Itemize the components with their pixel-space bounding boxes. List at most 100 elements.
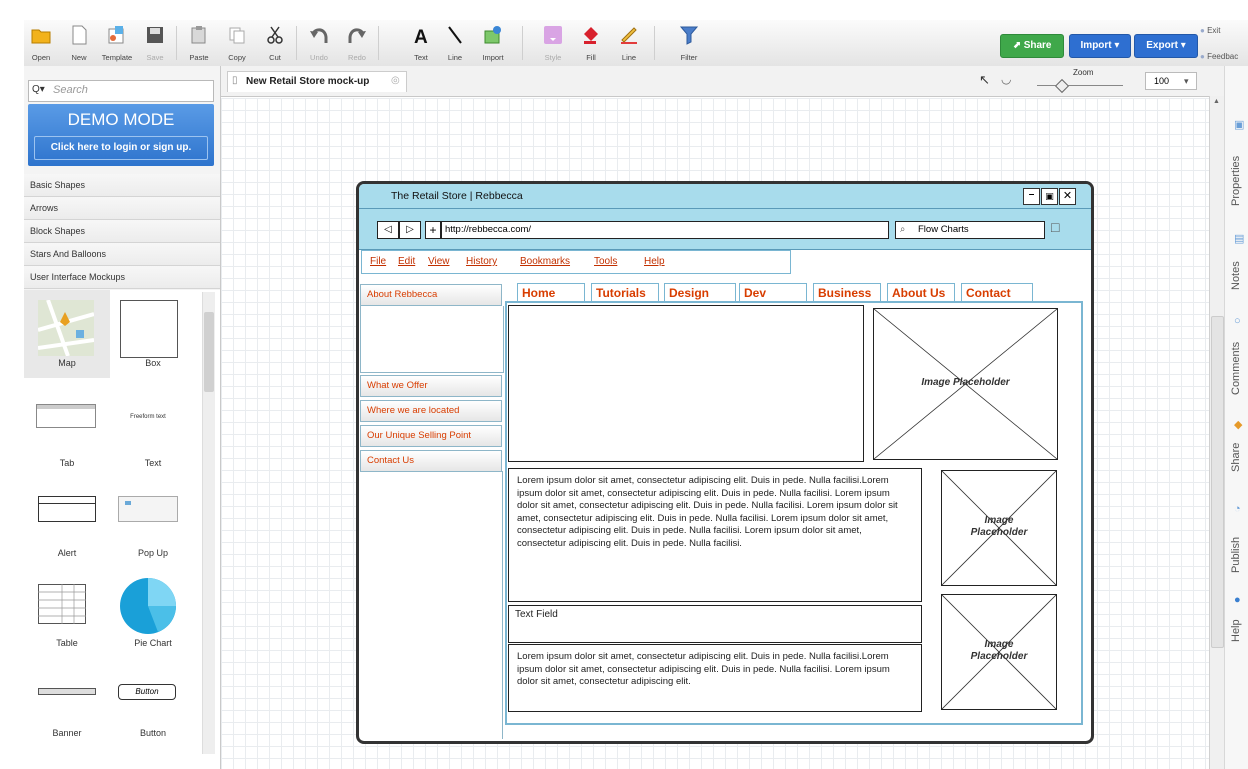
mockup-search-text: Flow Charts (918, 224, 969, 235)
nav-tab-business[interactable]: Business (813, 283, 881, 302)
side-nav-usp[interactable]: Our Unique Selling Point (360, 425, 502, 447)
mockup-search-field[interactable]: ⌕ Flow Charts (895, 221, 1045, 239)
category-block-shapes[interactable]: Block Shapes (24, 220, 220, 243)
shape-button[interactable]: Button Button (110, 660, 196, 748)
shape-banner[interactable]: Banner (24, 660, 110, 748)
new-button[interactable]: New (62, 20, 96, 66)
share-tab[interactable]: ◆ Share (1228, 418, 1248, 474)
line-color-button[interactable]: Line (612, 20, 646, 66)
fill-button[interactable]: Fill (574, 20, 608, 66)
copy-button[interactable]: Copy (220, 20, 254, 66)
category-basic-shapes[interactable]: Basic Shapes (24, 174, 220, 197)
share-button[interactable]: ⬈ Share (1000, 34, 1064, 58)
table-icon (38, 584, 86, 624)
shape-map[interactable]: Map (24, 290, 110, 378)
import-image-button[interactable]: Import (476, 20, 510, 66)
palette-scroll-thumb[interactable] (204, 312, 214, 392)
zoom-slider[interactable]: Zoom (1029, 68, 1129, 94)
properties-tab[interactable]: ▣ Properties (1228, 118, 1248, 208)
floppy-disk-icon (147, 27, 163, 43)
pointer-tool-icon[interactable]: ↖ (979, 72, 990, 88)
menu-edit[interactable]: Edit (398, 256, 415, 267)
mockup-text-field[interactable]: Text Field (508, 605, 922, 643)
page-menu-icon[interactable]: □ (1051, 219, 1059, 235)
nav-tab-design[interactable]: Design (664, 283, 736, 302)
shape-pie-chart[interactable]: Pie Chart (110, 570, 196, 658)
nav-tab-tutorials[interactable]: Tutorials (591, 283, 659, 302)
menu-bookmarks[interactable]: Bookmarks (520, 256, 570, 267)
shape-tab[interactable]: Tab (24, 390, 110, 478)
line-tool-button[interactable]: Line (438, 20, 472, 66)
comments-tab[interactable]: ○ Comments (1228, 315, 1248, 397)
copy-icon (229, 27, 245, 44)
canvas-scrollbar[interactable]: ▲ (1209, 96, 1224, 769)
menu-file[interactable]: File (370, 256, 386, 267)
close-icon[interactable]: ✕ (1059, 188, 1076, 205)
open-button[interactable]: Open (24, 20, 58, 66)
scroll-up-icon[interactable]: ▲ (1213, 98, 1220, 105)
document-icon: ▯ (232, 75, 238, 86)
chevron-down-icon: ▾ (1180, 40, 1186, 51)
restore-icon[interactable]: ▣ (1041, 188, 1058, 205)
document-tab[interactable]: ▯ New Retail Store mock-up ◎ (227, 71, 407, 92)
image-placeholder-large: Image Placeholder (873, 308, 1058, 460)
nav-tab-home[interactable]: Home (517, 283, 585, 302)
menu-help[interactable]: Help (644, 256, 665, 267)
template-button[interactable]: Template (100, 20, 134, 66)
shape-alert[interactable]: Alert (24, 480, 110, 568)
save-button[interactable]: Save (138, 20, 172, 66)
forward-arrow-icon[interactable]: ▷ (399, 221, 421, 239)
mockup-browser-window[interactable]: The Retail Store | Rebbecca – ▣ ✕ ◁ ▷ + … (356, 181, 1094, 744)
menu-history[interactable]: History (466, 256, 497, 267)
paste-button[interactable]: Paste (182, 20, 216, 66)
paragraph-text-2: Lorem ipsum dolor sit amet, consectetur … (517, 651, 890, 688)
mockup-url-field[interactable]: http://rebbecca.com/ (441, 221, 889, 239)
undo-button[interactable]: Undo (302, 20, 336, 66)
export-menu-button[interactable]: Export ▾ (1134, 34, 1198, 58)
zoom-thumb[interactable] (1054, 78, 1070, 94)
menu-tools[interactable]: Tools (594, 256, 617, 267)
shape-popup[interactable]: Pop Up (110, 480, 196, 568)
minimize-icon[interactable]: – (1023, 188, 1040, 205)
category-arrows[interactable]: Arrows (24, 197, 220, 220)
side-nav-contact[interactable]: Contact Us (360, 450, 502, 472)
filter-button[interactable]: Filter (672, 20, 706, 66)
feedback-link[interactable]: ● Feedbac (1200, 52, 1238, 61)
shape-label: Banner (52, 728, 82, 738)
import-menu-button[interactable]: Import ▾ (1069, 34, 1131, 58)
shape-search-input[interactable]: Q▾ Search (28, 80, 214, 102)
nav-tab-contact[interactable]: Contact (961, 283, 1033, 302)
notes-tab[interactable]: ▤ Notes (1228, 232, 1248, 292)
close-tab-icon[interactable]: ◎ (391, 75, 400, 86)
side-nav-about[interactable]: About Rebbecca (360, 284, 502, 306)
redo-button[interactable]: Redo (340, 20, 374, 66)
shape-text[interactable]: Freeform text Text (110, 390, 196, 478)
palette-scrollbar[interactable] (202, 292, 215, 754)
demo-mode-banner: DEMO MODE Click here to login or sign up… (28, 104, 214, 166)
nav-tab-about-us[interactable]: About Us (887, 283, 955, 302)
exit-link[interactable]: ● Exit (1200, 26, 1220, 35)
cut-button[interactable]: Cut (258, 20, 292, 66)
style-button[interactable]: Style (536, 20, 570, 66)
shape-table[interactable]: Table (24, 570, 110, 658)
properties-icon: ▣ (1234, 119, 1245, 131)
shape-box[interactable]: Box (110, 290, 196, 378)
help-tab[interactable]: ● Help (1228, 594, 1248, 644)
publish-tab[interactable]: ◔ Publish (1228, 503, 1248, 575)
zoom-percent-select[interactable]: 100 ▾ (1145, 72, 1197, 90)
side-nav-what-we-offer[interactable]: What we Offer (360, 375, 502, 397)
canvas-scroll-thumb[interactable] (1211, 316, 1224, 648)
nav-tab-dev[interactable]: Dev (739, 283, 807, 302)
back-arrow-icon[interactable]: ◁ (377, 221, 399, 239)
category-user-interface-mockups[interactable]: User Interface Mockups (24, 266, 220, 289)
search-icon: Q▾ (32, 84, 45, 95)
login-signup-button[interactable]: Click here to login or sign up. (34, 136, 208, 160)
side-nav-location[interactable]: Where we are located (360, 400, 502, 422)
add-tab-icon[interactable]: + (425, 221, 441, 239)
scissors-icon (267, 26, 283, 44)
menu-view[interactable]: View (428, 256, 450, 267)
demo-title: DEMO MODE (67, 110, 175, 129)
properties-tab-label: Properties (1230, 155, 1242, 206)
pan-tool-icon[interactable]: ◡ (1001, 72, 1011, 86)
category-stars-and-balloons[interactable]: Stars And Balloons (24, 243, 220, 266)
